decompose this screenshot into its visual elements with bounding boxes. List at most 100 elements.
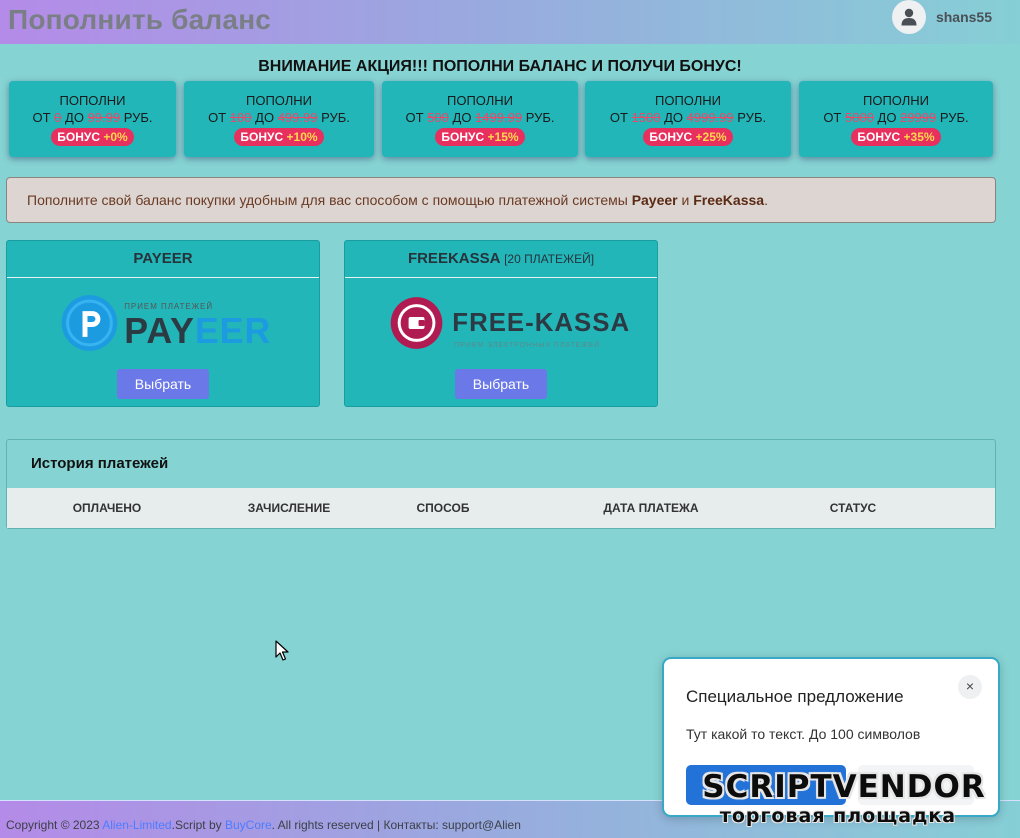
tier-line-topup: ПОПОЛНИ: [446, 93, 514, 108]
alert-payeer: Payeer: [631, 192, 678, 208]
freekassa-logo-text: FREE-KASSA: [452, 309, 630, 337]
modal-text: Тут какой то текст. До 100 символов: [686, 726, 921, 742]
tier-currency: РУБ.: [737, 110, 767, 125]
freekassa-payments-count: [20 ПЛАТЕЖЕЙ]: [504, 252, 595, 266]
tier-range: ОТ 0 ДО 99.99 РУБ.: [9, 109, 176, 127]
bonus-badge: БОНУС +10%: [234, 128, 324, 146]
bonus-label: БОНУС: [649, 130, 693, 144]
freekassa-select-button[interactable]: Выбрать: [455, 369, 547, 399]
promo-title: ВНИМАНИЕ АКЦИЯ!!! ПОПОЛНИ БАЛАНС И ПОЛУЧ…: [258, 58, 742, 75]
tier-min: 1500: [631, 110, 661, 125]
bonus-percent: +15%: [487, 130, 519, 144]
tier-line-topup: ПОПОЛНИ: [654, 93, 722, 108]
footer-rights: . All rights reserved | Контакты: suppor…: [271, 818, 521, 832]
bonus-label: БОНУС: [240, 130, 284, 144]
promo-tier-card: ПОПОЛНИ ОТ 0 ДО 99.99 РУБ. БОНУС +0%: [9, 81, 176, 157]
tier-min: 0: [54, 110, 62, 125]
tier-to: ДО: [664, 110, 684, 125]
payeer-logo-caption: ПРИЕМ ПЛАТЕЖЕЙ: [124, 302, 213, 311]
tier-to: ДО: [452, 110, 472, 125]
column-method: СПОСОБ: [416, 501, 470, 515]
freekassa-logo-caption: ПРИЕМ ЭЛЕКТРОННЫХ ПЛАТЕЖЕЙ: [454, 340, 600, 349]
promo-tier-card: ПОПОЛНИ ОТ 1500 ДО 4999.99 РУБ. БОНУС +25%: [585, 81, 791, 157]
alert-text: Пополните свой баланс покупки удобным дл…: [27, 192, 632, 208]
promo-tier-card: ПОПОЛНИ ОТ 100 ДО 499.99 РУБ. БОНУС +10%: [184, 81, 374, 157]
tier-line-topup: ПОПОЛНИ: [59, 93, 126, 108]
tier-from: ОТ: [208, 110, 227, 125]
watermark-subtitle: торговая площадка: [719, 805, 957, 827]
payeer-logo-eer: EER: [195, 311, 272, 351]
username[interactable]: shans55: [936, 9, 992, 25]
watermark-logo: SCRIPTVENDOR: [702, 769, 986, 805]
bonus-badge: БОНУС +0%: [51, 128, 134, 146]
tier-currency: РУБ.: [321, 110, 350, 125]
alert-conj: и: [677, 192, 694, 208]
bonus-percent: +0%: [103, 130, 128, 144]
tier-to: ДО: [877, 110, 897, 125]
info-alert: Пополните свой баланс покупки удобным дл…: [6, 177, 996, 223]
tier-max: 4999.99: [686, 110, 734, 125]
tier-range: ОТ 500 ДО 1499.99 РУБ.: [382, 109, 578, 127]
top-bar: Пополнить баланс shans55: [0, 0, 1020, 44]
payeer-card: PAYEER ПРИЕМ ПЛАТЕЖЕЙ PAYEER Выбрать: [6, 240, 320, 407]
bonus-label: БОНУС: [441, 130, 485, 144]
bonus-percent: +10%: [286, 130, 318, 144]
bonus-badge: БОНУС +35%: [851, 128, 941, 146]
promo-tier-card: ПОПОЛНИ ОТ 5000 ДО 29999 РУБ. БОНУС +35%: [799, 81, 993, 157]
bonus-label: БОНУС: [57, 130, 101, 144]
tier-max: 1499.99: [475, 110, 523, 125]
tier-line-topup: ПОПОЛНИ: [245, 93, 313, 108]
history-title: История платежей: [31, 455, 169, 472]
tier-range: ОТ 100 ДО 499.99 РУБ.: [184, 109, 374, 127]
tier-max: 499.99: [277, 110, 318, 125]
tier-line-topup: ПОПОЛНИ: [862, 93, 930, 108]
footer-brand-link[interactable]: Alien-Limited: [102, 818, 171, 832]
freekassa-card: FREEKASSA [20 ПЛАТЕЖЕЙ] FREE-KASSA ПРИЕМ…: [344, 240, 658, 407]
footer-copyright: Copyright © 2023: [6, 818, 103, 832]
bonus-badge: БОНУС +15%: [435, 128, 525, 146]
modal-title: Специальное предложение: [686, 687, 904, 706]
tier-min: 5000: [845, 110, 874, 125]
column-status: СТАТУС: [829, 501, 877, 515]
mouse-cursor-icon: [275, 640, 289, 661]
footer-script-by: .Script by: [171, 818, 225, 832]
bonus-badge: БОНУС +25%: [643, 128, 733, 146]
payment-history: История платежей ОПЛАЧЕНО ЗАЧИСЛЕНИЕ СПО…: [6, 439, 996, 529]
user-menu[interactable]: shans55: [891, 0, 992, 34]
tier-currency: РУБ.: [525, 110, 555, 125]
svg-text:PAYEER: PAYEER: [124, 311, 271, 351]
payeer-select-button[interactable]: Выбрать: [117, 369, 209, 399]
tier-max: 29999: [900, 110, 937, 125]
column-paid: ОПЛАЧЕНО: [72, 501, 142, 515]
promo-tier-card: ПОПОЛНИ ОТ 500 ДО 1499.99 РУБ. БОНУС +15%: [382, 81, 578, 157]
tier-currency: РУБ.: [123, 110, 153, 125]
tier-max: 99.99: [87, 110, 121, 125]
freekassa-title-text: FREEKASSA: [407, 250, 500, 267]
page-title: Пополнить баланс: [8, 4, 272, 35]
user-icon[interactable]: [891, 0, 926, 34]
freekassa-logo: FREE-KASSA ПРИЕМ ЭЛЕКТРОННЫХ ПЛАТЕЖЕЙ: [390, 297, 630, 349]
payeer-logo: ПРИЕМ ПЛАТЕЖЕЙ PAYEER: [61, 295, 271, 351]
tier-currency: РУБ.: [939, 110, 969, 125]
bonus-percent: +35%: [903, 130, 935, 144]
column-date: ДАТА ПЛАТЕЖА: [603, 501, 699, 515]
tier-range: ОТ 5000 ДО 29999 РУБ.: [799, 109, 993, 127]
tier-to: ДО: [255, 110, 275, 125]
history-table-header: ОПЛАЧЕНО ЗАЧИСЛЕНИЕ СПОСОБ ДАТА ПЛАТЕЖА …: [7, 488, 995, 528]
freekassa-title: FREEKASSA [20 ПЛАТЕЖЕЙ]: [345, 241, 657, 278]
tier-min: 100: [229, 110, 252, 125]
tier-range: ОТ 1500 ДО 4999.99 РУБ.: [585, 109, 791, 127]
close-icon[interactable]: ×: [958, 675, 982, 699]
column-credit: ЗАЧИСЛЕНИЕ: [247, 501, 331, 515]
tier-from: ОТ: [823, 110, 842, 125]
payeer-logo-pay: PAY: [124, 311, 195, 351]
alert-freekassa: FreeKassa: [693, 192, 765, 208]
footer-buycore-link[interactable]: BuyCore: [225, 818, 272, 832]
tier-from: ОТ: [609, 110, 628, 125]
tier-from: ОТ: [32, 110, 51, 125]
tier-to: ДО: [65, 110, 84, 125]
alert-end: .: [764, 192, 768, 208]
tier-from: ОТ: [405, 110, 424, 125]
bonus-percent: +25%: [695, 130, 727, 144]
payeer-title: PAYEER: [7, 241, 319, 278]
